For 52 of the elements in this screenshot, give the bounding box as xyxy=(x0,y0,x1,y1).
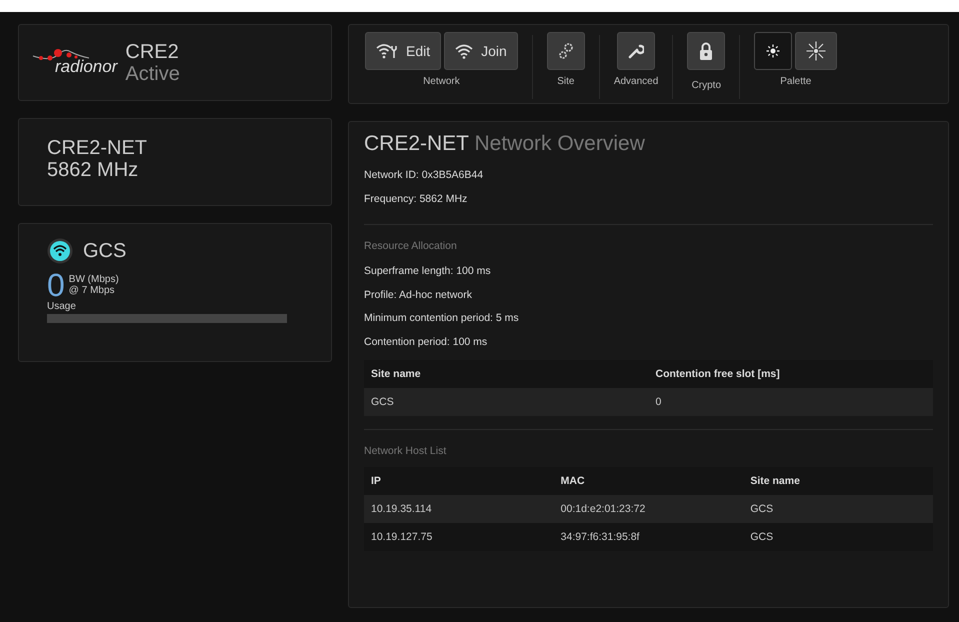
toolbar-button[interactable] xyxy=(687,32,726,70)
column-header: Site name xyxy=(743,467,933,495)
site-name: GCS xyxy=(83,240,126,262)
info-line: Profile: Ad-hoc network xyxy=(364,288,473,302)
sun-icon xyxy=(766,44,780,58)
device-name: CRE2 xyxy=(125,40,180,62)
info-line: Frequency: 5862 MHz xyxy=(364,192,468,206)
table-cell: 00:1d:e2:01:23:72 xyxy=(554,495,744,523)
table-cell: GCS xyxy=(364,388,648,416)
info-line: Contention period: 100 ms xyxy=(364,334,488,350)
table-cell: 34:97:f6:31:95:8f xyxy=(554,523,744,551)
toolbar-group-label: Advanced xyxy=(614,76,658,87)
info-line: Superframe length: 100 ms xyxy=(364,264,492,279)
toolbar-group-label: Network xyxy=(423,76,460,87)
wifi-icon xyxy=(455,44,474,58)
usage-label: Usage xyxy=(47,301,77,312)
toolbar-button[interactable] xyxy=(754,32,792,70)
table-cell: 10.19.35.114 xyxy=(364,495,554,523)
wifi-icon xyxy=(47,238,73,264)
network-name: CRE2-NET xyxy=(47,137,148,159)
bandwidth-label: BW (Mbps) xyxy=(68,274,119,285)
table-cell: GCS xyxy=(743,523,933,551)
section-heading: Network Host List xyxy=(364,444,448,459)
logo-text: radionor xyxy=(55,58,118,75)
toolbar-button[interactable]: Join xyxy=(444,32,518,70)
toolbar-group-label: Crypto xyxy=(692,80,722,91)
gears-icon xyxy=(558,42,574,60)
toolbar-button[interactable]: Edit xyxy=(365,32,442,70)
column-header: IP xyxy=(364,467,554,495)
section-heading: Resource Allocation xyxy=(364,239,458,254)
sun-icon xyxy=(806,41,826,61)
bandwidth-value: 0 xyxy=(47,270,65,300)
wifi-tools-icon xyxy=(376,43,398,59)
wrench-icon xyxy=(628,43,644,59)
bandwidth-rate: @ 7 Mbps xyxy=(68,285,116,296)
table-cell: 0 xyxy=(648,388,933,416)
column-header: MAC xyxy=(554,467,744,495)
network-frequency: 5862 MHz xyxy=(47,159,140,181)
column-header: Site name xyxy=(364,360,648,388)
lock-icon xyxy=(699,42,714,60)
overview-network-name: CRE2-NET xyxy=(364,132,469,155)
toolbar-button[interactable] xyxy=(795,32,838,70)
toolbar-group-label: Site xyxy=(557,76,574,87)
table-cell: 10.19.127.75 xyxy=(364,523,554,551)
toolbar-group-label: Palette xyxy=(780,76,812,87)
info-line: Network ID: 0x3B5A6B44 xyxy=(364,168,484,183)
overview-title: Network Overview xyxy=(474,132,645,155)
device-status: Active xyxy=(125,62,180,84)
toolbar-button[interactable] xyxy=(617,32,656,70)
table-cell: GCS xyxy=(743,495,933,523)
info-line: Minimum contention period: 5 ms xyxy=(364,311,520,326)
column-header: Contention free slot [ms] xyxy=(648,360,933,388)
